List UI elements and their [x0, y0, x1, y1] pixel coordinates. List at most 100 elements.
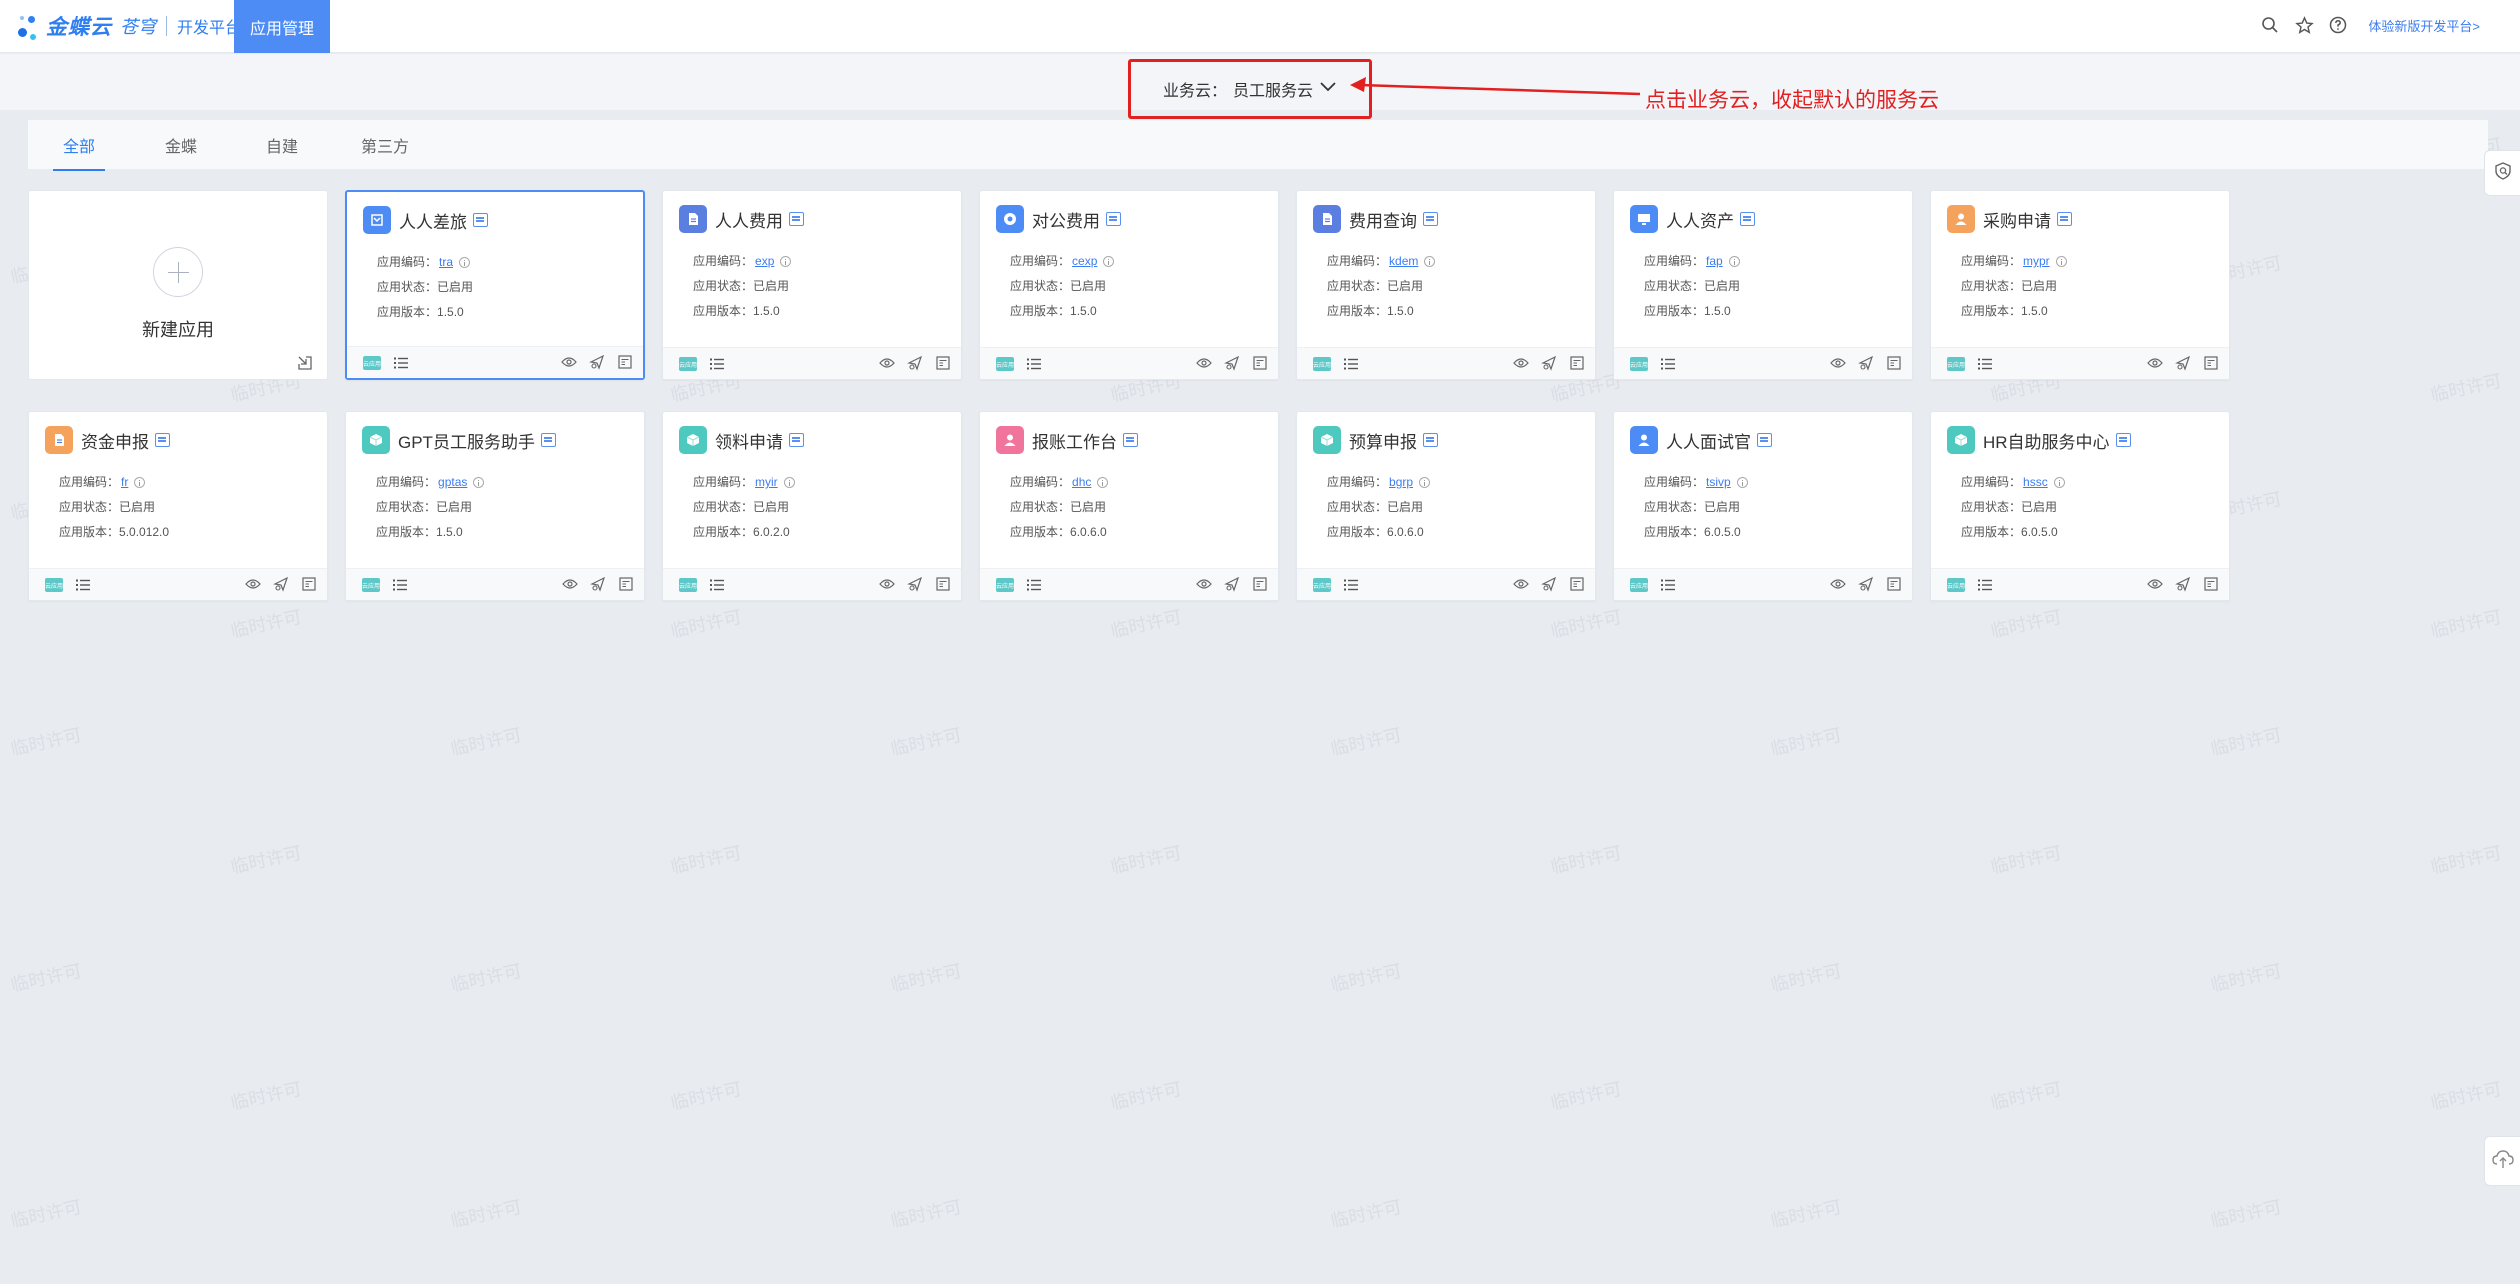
publish-icon[interactable]	[1858, 576, 1874, 592]
app-code-link[interactable]: fr	[121, 470, 128, 495]
app-code-link[interactable]: mypr	[2023, 249, 2050, 274]
app-code-link[interactable]: fap	[1706, 249, 1723, 274]
list-icon[interactable]	[393, 356, 409, 370]
tab-all[interactable]: 全部	[52, 120, 106, 171]
app-code-link[interactable]: cexp	[1072, 249, 1097, 274]
list-icon[interactable]	[392, 578, 408, 592]
help-icon[interactable]	[2328, 15, 2348, 35]
new-app-card[interactable]: 新建应用	[28, 190, 328, 380]
app-doc-icon[interactable]	[1123, 433, 1138, 447]
app-doc-icon[interactable]	[473, 213, 488, 227]
app-doc-icon[interactable]	[1740, 212, 1755, 226]
info-icon[interactable]	[783, 477, 795, 488]
list-icon[interactable]	[1343, 578, 1359, 592]
preview-eye-icon[interactable]	[879, 355, 895, 371]
list-icon[interactable]	[1343, 357, 1359, 371]
preview-eye-icon[interactable]	[1196, 355, 1212, 371]
app-doc-icon[interactable]	[2115, 433, 2131, 447]
app-doc-icon[interactable]	[789, 433, 804, 447]
list-icon[interactable]	[1026, 357, 1042, 371]
preview-eye-icon[interactable]	[1513, 355, 1529, 371]
list-icon[interactable]	[1660, 357, 1676, 371]
preview-eye-icon[interactable]	[245, 576, 261, 592]
app-name[interactable]: 人人面试官	[1666, 428, 1751, 453]
app-code-link[interactable]: tra	[439, 250, 453, 275]
publish-icon[interactable]	[907, 355, 923, 371]
app-detail-icon[interactable]	[1886, 576, 1902, 592]
publish-icon[interactable]	[2175, 576, 2191, 592]
publish-icon[interactable]	[1541, 576, 1557, 592]
app-card[interactable]: 报账工作台 应用编码： dhc 应用状态： 已启用 应用版本： 6.0.6.0 云应用	[979, 411, 1279, 601]
app-code-link[interactable]: hssc	[2023, 470, 2048, 495]
app-code-link[interactable]: gptas	[438, 470, 467, 495]
app-code-link[interactable]: exp	[755, 249, 774, 274]
info-icon[interactable]	[1736, 477, 1748, 488]
app-code-link[interactable]: bgrp	[1389, 470, 1413, 495]
app-detail-icon[interactable]	[1252, 355, 1268, 371]
app-detail-icon[interactable]	[1569, 576, 1585, 592]
app-card[interactable]: 人人资产 应用编码： fap 应用状态： 已启用 应用版本： 1.5.0 云应用	[1613, 190, 1913, 380]
app-doc-icon[interactable]	[540, 433, 556, 447]
app-card[interactable]: 人人费用 应用编码： exp 应用状态： 已启用 应用版本： 1.5.0 云应用	[662, 190, 962, 380]
app-card[interactable]: 资金申报 应用编码： fr 应用状态： 已启用 应用版本： 5.0.012.0 云应用	[28, 411, 328, 601]
list-icon[interactable]	[1026, 578, 1042, 592]
info-icon[interactable]	[473, 477, 485, 488]
app-name[interactable]: 报账工作台	[1032, 428, 1117, 453]
publish-icon[interactable]	[589, 354, 605, 370]
app-code-link[interactable]: kdem	[1389, 249, 1418, 274]
app-detail-icon[interactable]	[1252, 576, 1268, 592]
info-icon[interactable]	[780, 256, 792, 267]
app-card[interactable]: 领料申请 应用编码： myir 应用状态： 已启用 应用版本： 6.0.2.0 云应用	[662, 411, 962, 601]
import-icon[interactable]	[297, 355, 313, 371]
app-card[interactable]: GPT员工服务助手 应用编码： gptas 应用状态： 已启用 应用版本： 1.5.0…	[345, 411, 645, 601]
app-doc-icon[interactable]	[1757, 433, 1772, 447]
list-icon[interactable]	[709, 357, 725, 371]
app-detail-icon[interactable]	[617, 354, 633, 370]
info-icon[interactable]	[1424, 256, 1436, 267]
tab-third-party[interactable]: 第三方	[361, 120, 409, 170]
publish-icon[interactable]	[1224, 576, 1240, 592]
app-name[interactable]: 资金申报	[81, 428, 149, 453]
info-icon[interactable]	[2053, 477, 2065, 488]
info-icon[interactable]	[1097, 477, 1109, 488]
business-cloud-selector[interactable]: 业务云： 员工服务云	[1128, 59, 1372, 119]
app-detail-icon[interactable]	[2203, 576, 2219, 592]
list-icon[interactable]	[1977, 357, 1993, 371]
preview-eye-icon[interactable]	[1196, 576, 1212, 592]
app-detail-icon[interactable]	[618, 576, 634, 592]
app-name[interactable]: 人人差旅	[399, 208, 467, 233]
info-icon[interactable]	[459, 257, 471, 268]
preview-eye-icon[interactable]	[1513, 576, 1529, 592]
preview-eye-icon[interactable]	[1830, 576, 1846, 592]
info-icon[interactable]	[1103, 256, 1115, 267]
info-icon[interactable]	[2055, 256, 2067, 267]
app-card[interactable]: 费用查询 应用编码： kdem 应用状态： 已启用 应用版本： 1.5.0 云应用	[1296, 190, 1596, 380]
publish-icon[interactable]	[1541, 355, 1557, 371]
app-code-link[interactable]: dhc	[1072, 470, 1091, 495]
list-icon[interactable]	[1977, 578, 1993, 592]
publish-icon[interactable]	[907, 576, 923, 592]
app-card[interactable]: 人人面试官 应用编码： tsivp 应用状态： 已启用 应用版本： 6.0.5.0 云…	[1613, 411, 1913, 601]
app-name[interactable]: 对公费用	[1032, 207, 1100, 232]
publish-icon[interactable]	[273, 576, 289, 592]
app-doc-icon[interactable]	[2057, 212, 2072, 226]
app-detail-icon[interactable]	[2203, 355, 2219, 371]
app-name[interactable]: HR自助服务中心	[1983, 428, 2110, 453]
publish-icon[interactable]	[590, 576, 606, 592]
app-doc-icon[interactable]	[1106, 212, 1121, 226]
app-name[interactable]: 采购申请	[1983, 207, 2051, 232]
preview-eye-icon[interactable]	[879, 576, 895, 592]
app-detail-icon[interactable]	[301, 576, 317, 592]
app-detail-icon[interactable]	[1569, 355, 1585, 371]
app-name[interactable]: GPT员工服务助手	[398, 428, 535, 453]
preview-eye-icon[interactable]	[2147, 355, 2163, 371]
list-icon[interactable]	[1660, 578, 1676, 592]
app-detail-icon[interactable]	[935, 576, 951, 592]
trial-new-platform-link[interactable]: 体验新版开发平台>	[2368, 16, 2480, 35]
app-card[interactable]: 采购申请 应用编码： mypr 应用状态： 已启用 应用版本： 1.5.0 云应用	[1930, 190, 2230, 380]
publish-icon[interactable]	[1224, 355, 1240, 371]
app-doc-icon[interactable]	[155, 433, 170, 447]
preview-eye-icon[interactable]	[1830, 355, 1846, 371]
info-icon[interactable]	[1728, 256, 1740, 267]
app-card[interactable]: 人人差旅 应用编码： tra 应用状态： 已启用 应用版本： 1.5.0 云应用	[345, 190, 645, 380]
